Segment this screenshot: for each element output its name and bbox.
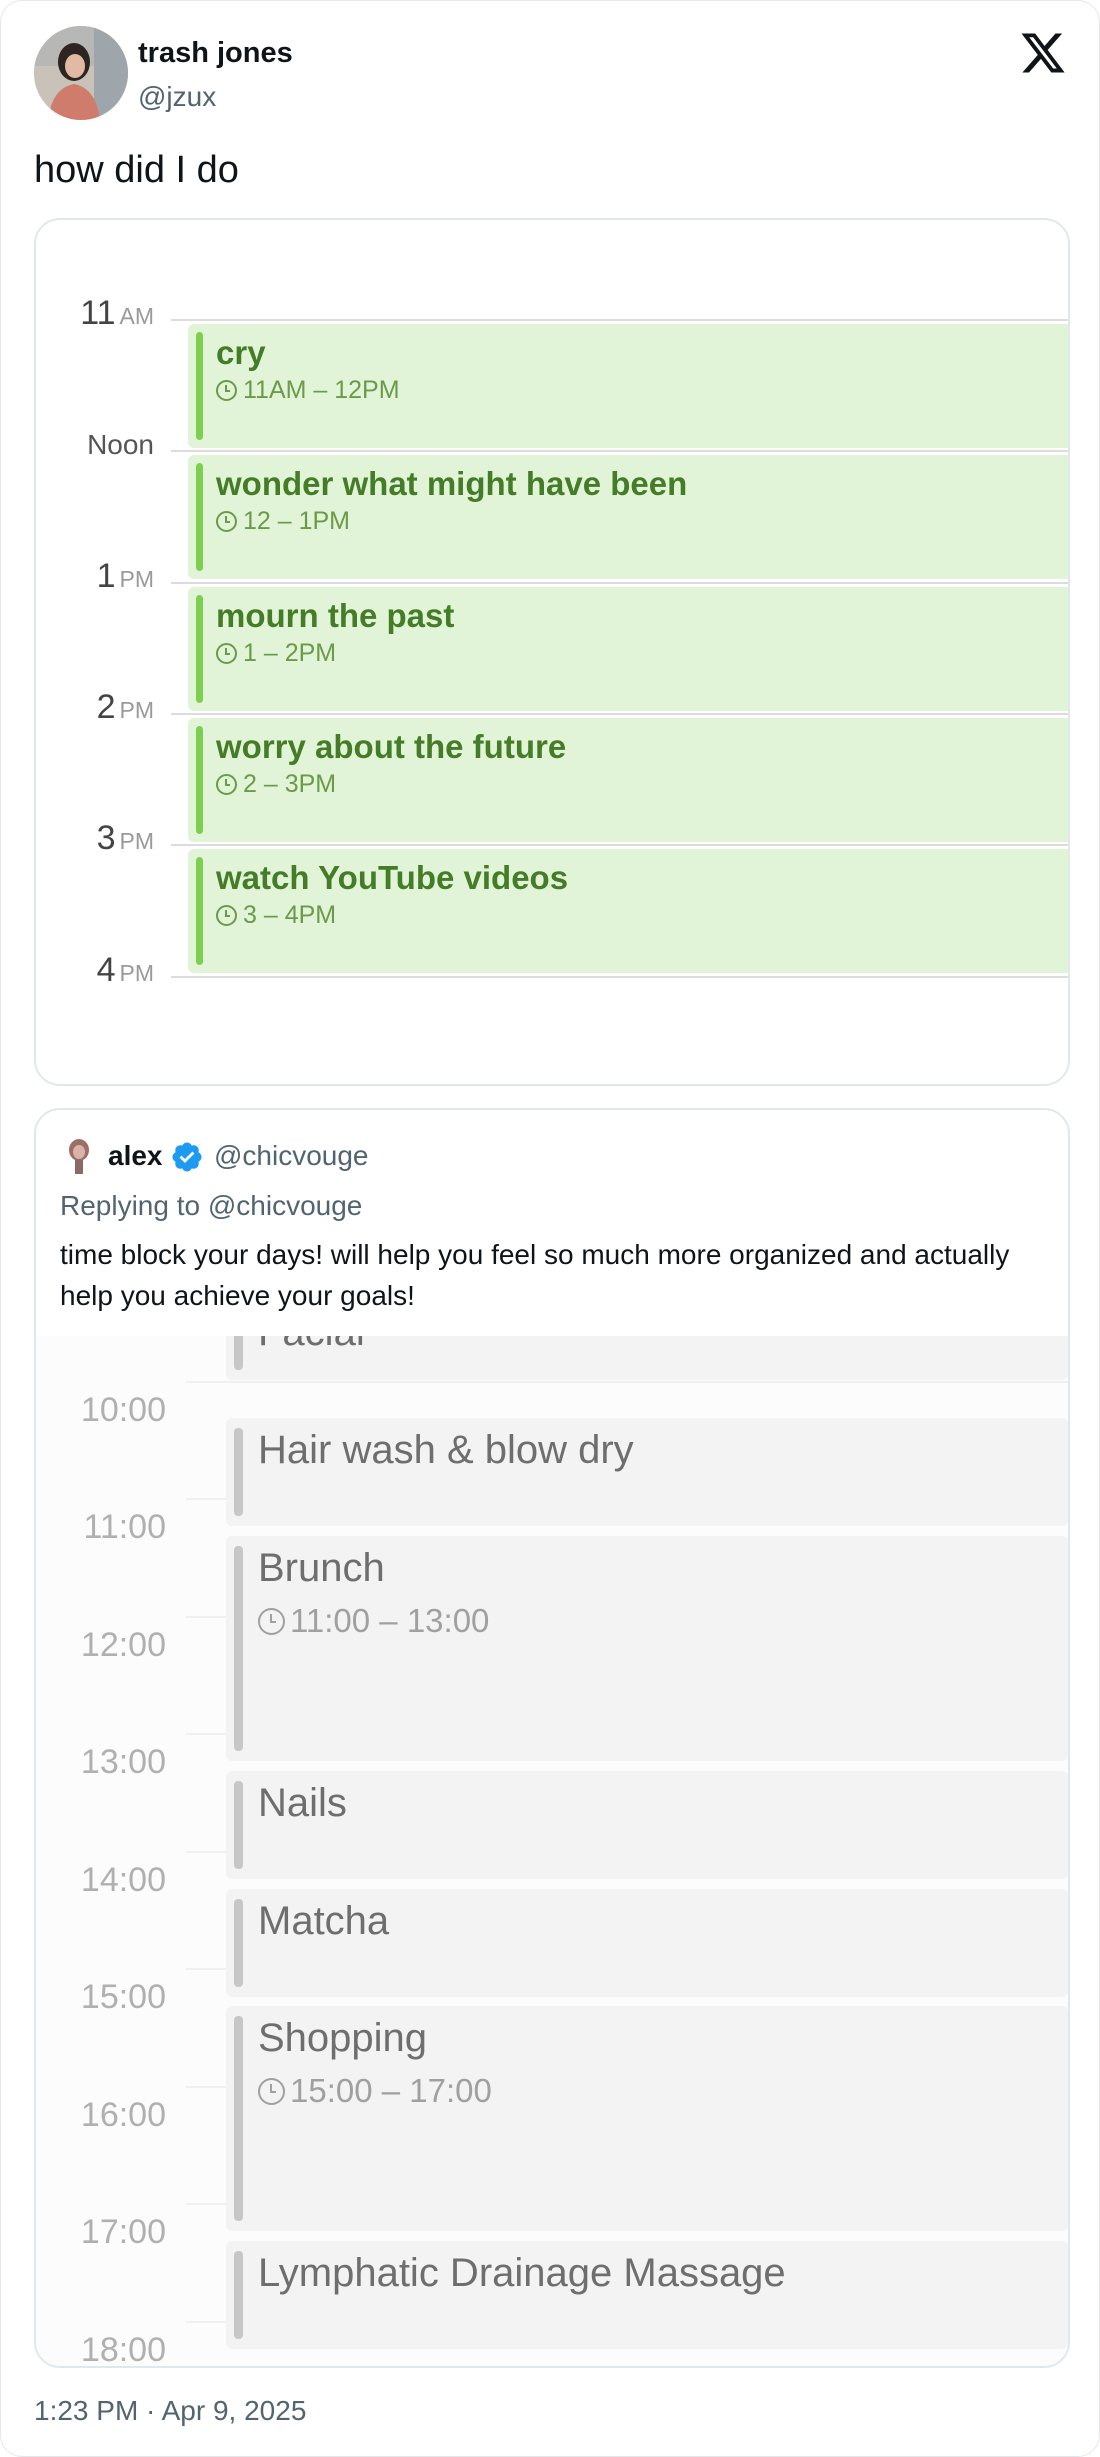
event-color-bar [196, 726, 203, 834]
calendar-image[interactable]: 11 AM Noon 1 PM 2 PM 3 PM 4 PM cry 11AM – 12P… [34, 218, 1070, 1086]
event-color-bar [196, 857, 203, 965]
event-title: mourn the past [216, 597, 455, 634]
block-title: Shopping [258, 2016, 428, 2060]
quoted-avatar[interactable] [64, 1138, 94, 1174]
hour-line [171, 450, 1068, 452]
event-title: watch YouTube videos [216, 859, 569, 896]
time-label: Noon [87, 429, 154, 460]
photo-time-label: 10:00 [80, 1391, 166, 1429]
hour-line [171, 844, 1068, 846]
verified-badge-icon [170, 1140, 204, 1174]
photo-block: Nails [226, 1771, 1068, 1879]
photo-time-label: 16:00 [80, 2096, 166, 2134]
block-title: Hair wash & blow dry [258, 1428, 634, 1472]
hour-line [171, 319, 1068, 321]
calendar-event[interactable]: watch YouTube videos 3 – 4PM [188, 849, 1068, 973]
author-name[interactable]: trash jones [138, 37, 293, 70]
photo-time-label: 14:00 [80, 1861, 166, 1899]
event-color-bar [196, 595, 203, 703]
event-color-bar [196, 332, 203, 440]
time-label: 3 PM [96, 819, 154, 857]
photo-block: Matcha [226, 1889, 1068, 1997]
event-title: worry about the future [216, 728, 567, 765]
quoted-author-handle[interactable]: @chicvouge [214, 1140, 369, 1172]
clock-icon [216, 774, 237, 795]
event-time: 2 – 3PM [216, 770, 336, 799]
block-bar [234, 1336, 243, 1370]
photo-block: Hair wash & blow dry [226, 1418, 1068, 1526]
time-label: 4 PM [96, 951, 154, 989]
hour-line [171, 976, 1068, 978]
photo-time-label: 13:00 [80, 1743, 166, 1781]
clock-icon [216, 511, 237, 532]
quoted-photo[interactable]: 10:00 11:00 12:00 13:00 14:00 15:00 16:0… [36, 1336, 1068, 2366]
photo-block: Lymphatic Drainage Massage [226, 2241, 1068, 2349]
event-time: 12 – 1PM [216, 507, 350, 536]
time-label: 2 PM [96, 688, 154, 726]
block-bar [234, 1899, 243, 1987]
clock-icon [258, 1607, 285, 1635]
block-bar [234, 1428, 243, 1516]
clock-icon [258, 2077, 285, 2105]
block-bar [234, 2251, 243, 2339]
event-time: 1 – 2PM [216, 639, 336, 668]
clock-icon [216, 905, 237, 926]
block-bar [234, 1781, 243, 1869]
calendar-event[interactable]: worry about the future 2 – 3PM [188, 718, 1068, 842]
photo-block: Brunch 11:00 – 13:00 [226, 1536, 1068, 1761]
photo-time-label: 18:00 [80, 2331, 166, 2366]
tweet-text: how did I do [34, 149, 239, 191]
time-label: 11 AM [80, 294, 154, 332]
event-color-bar [196, 463, 203, 571]
event-time: 11AM – 12PM [216, 376, 400, 405]
block-time: 15:00 – 17:00 [258, 2072, 492, 2110]
hour-line [171, 582, 1068, 584]
calendar-event[interactable]: wonder what might have been 12 – 1PM [188, 455, 1068, 579]
tweet-timestamp[interactable]: 1:23 PM · Apr 9, 2025 [34, 2395, 306, 2427]
calendar-event[interactable]: cry 11AM – 12PM [188, 324, 1068, 448]
x-logo-icon[interactable] [1019, 29, 1067, 77]
photo-time-label: 17:00 [80, 2213, 166, 2251]
tweet-card: trash jones @jzux how did I do 11 AM Noon… [0, 0, 1100, 2457]
replying-to[interactable]: Replying to @chicvouge [60, 1190, 362, 1222]
block-bar [234, 1546, 243, 1751]
block-title: Brunch [258, 1546, 385, 1590]
hour-line [171, 713, 1068, 715]
event-title: cry [216, 334, 266, 371]
author-avatar[interactable] [34, 26, 128, 120]
quoted-text: time block your days! will help you feel… [60, 1239, 1010, 1311]
time-label: 1 PM [96, 557, 154, 595]
event-title: wonder what might have been [216, 465, 688, 502]
clock-icon [216, 380, 237, 401]
quoted-author-name[interactable]: alex [108, 1140, 163, 1172]
block-title: Nails [258, 1781, 347, 1825]
clock-icon [216, 643, 237, 664]
photo-block: Facial [226, 1336, 1068, 1380]
block-bar [234, 2016, 243, 2221]
block-title: Facial [258, 1336, 365, 1355]
photo-block: Shopping 15:00 – 17:00 [226, 2006, 1068, 2231]
hour-line [186, 1381, 1068, 1383]
photo-time-label: 11:00 [83, 1508, 166, 1546]
block-title: Matcha [258, 1899, 390, 1943]
block-title: Lymphatic Drainage Massage [258, 2251, 786, 2295]
photo-time-label: 12:00 [80, 1626, 166, 1664]
photo-time-label: 15:00 [80, 1978, 166, 2016]
calendar-event[interactable]: mourn the past 1 – 2PM [188, 587, 1068, 711]
event-time: 3 – 4PM [216, 901, 336, 930]
author-handle[interactable]: @jzux [138, 81, 216, 113]
block-time: 11:00 – 13:00 [258, 1602, 489, 1640]
quoted-tweet[interactable]: alex @chicvouge Replying to @chicvouge t… [34, 1108, 1070, 2368]
